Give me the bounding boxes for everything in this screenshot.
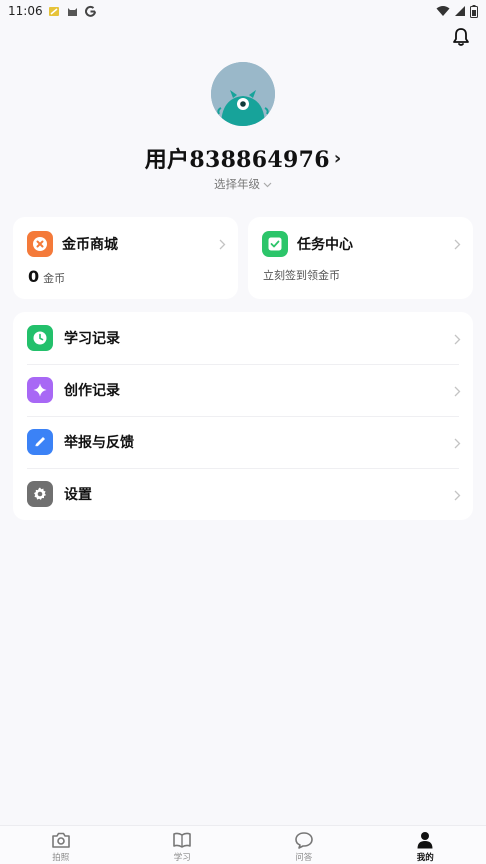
wifi-icon	[436, 5, 450, 17]
task-center-header: 任务中心	[262, 231, 353, 257]
camera-icon	[51, 830, 71, 850]
status-right	[436, 4, 478, 18]
coin-balance: 0 金币	[28, 267, 65, 286]
chevron-right-icon	[454, 486, 461, 505]
status-time: 11:06	[8, 4, 43, 18]
coin-mall-card[interactable]: 金币商城 0 金币	[13, 217, 238, 299]
chevron-right-icon	[219, 235, 226, 254]
tab-label: 拍照	[52, 853, 70, 863]
chat-icon	[294, 830, 314, 850]
task-center-title: 任务中心	[297, 237, 353, 253]
tab-qa[interactable]: 问答	[243, 826, 365, 864]
bottom-tab-bar: 拍照 学习 问答 我的	[0, 825, 486, 864]
menu-item-label: 设置	[64, 487, 92, 503]
book-icon	[172, 830, 192, 850]
menu-item-label: 举报与反馈	[64, 435, 134, 451]
tab-label: 我的	[416, 853, 434, 863]
coin-mall-header: 金币商城	[27, 231, 118, 257]
tab-label: 问答	[295, 853, 313, 863]
person-icon	[415, 830, 435, 850]
tab-label: 学习	[173, 853, 191, 863]
checklist-icon	[262, 231, 288, 257]
status-bar: 11:06	[0, 0, 486, 22]
pen-icon	[27, 429, 53, 455]
cat-icon	[66, 5, 79, 18]
tab-study[interactable]: 学习	[122, 826, 244, 864]
signal-icon	[454, 5, 466, 17]
status-left: 11:06	[8, 4, 97, 18]
gear-icon	[27, 481, 53, 507]
menu-item-label: 创作记录	[64, 383, 120, 399]
grade-selector[interactable]: 选择年级	[0, 175, 486, 193]
google-icon	[84, 5, 97, 18]
chevron-right-icon	[454, 382, 461, 401]
chevron-down-icon	[263, 177, 272, 191]
coin-icon	[27, 231, 53, 257]
grade-label: 选择年级	[214, 177, 260, 191]
tab-mine[interactable]: 我的	[365, 826, 486, 864]
chevron-right-icon	[454, 434, 461, 453]
username-row[interactable]: 用户838864976 ›	[0, 143, 486, 173]
menu-item-report-feedback[interactable]: 举报与反馈	[13, 416, 473, 468]
task-center-subtitle-text: 立刻签到领金币	[263, 269, 340, 282]
avatar[interactable]	[211, 62, 275, 126]
task-center-card[interactable]: 任务中心 立刻签到领金币	[248, 217, 473, 299]
battery-icon	[470, 4, 478, 18]
menu-item-label: 学习记录	[64, 331, 120, 347]
menu-item-settings[interactable]: 设置	[13, 468, 473, 520]
tab-camera[interactable]: 拍照	[0, 826, 122, 864]
chevron-right-icon	[454, 235, 461, 254]
menu-item-creation-records[interactable]: 创作记录	[13, 364, 473, 416]
menu-list: 学习记录 创作记录 举报与反馈 设置	[13, 312, 473, 520]
coin-unit: 金币	[43, 272, 66, 285]
menu-item-study-records[interactable]: 学习记录	[13, 312, 473, 364]
sparkle-icon	[27, 377, 53, 403]
chevron-right-icon	[454, 330, 461, 349]
coin-count: 0	[28, 267, 40, 286]
chevron-right-icon: ›	[333, 147, 342, 169]
bell-icon[interactable]	[450, 26, 472, 48]
notification-icon	[48, 5, 61, 18]
username: 用户838864976	[144, 147, 330, 173]
clock-icon	[27, 325, 53, 351]
coin-mall-title: 金币商城	[62, 237, 118, 253]
task-center-subtitle: 立刻签到领金币	[263, 267, 340, 283]
